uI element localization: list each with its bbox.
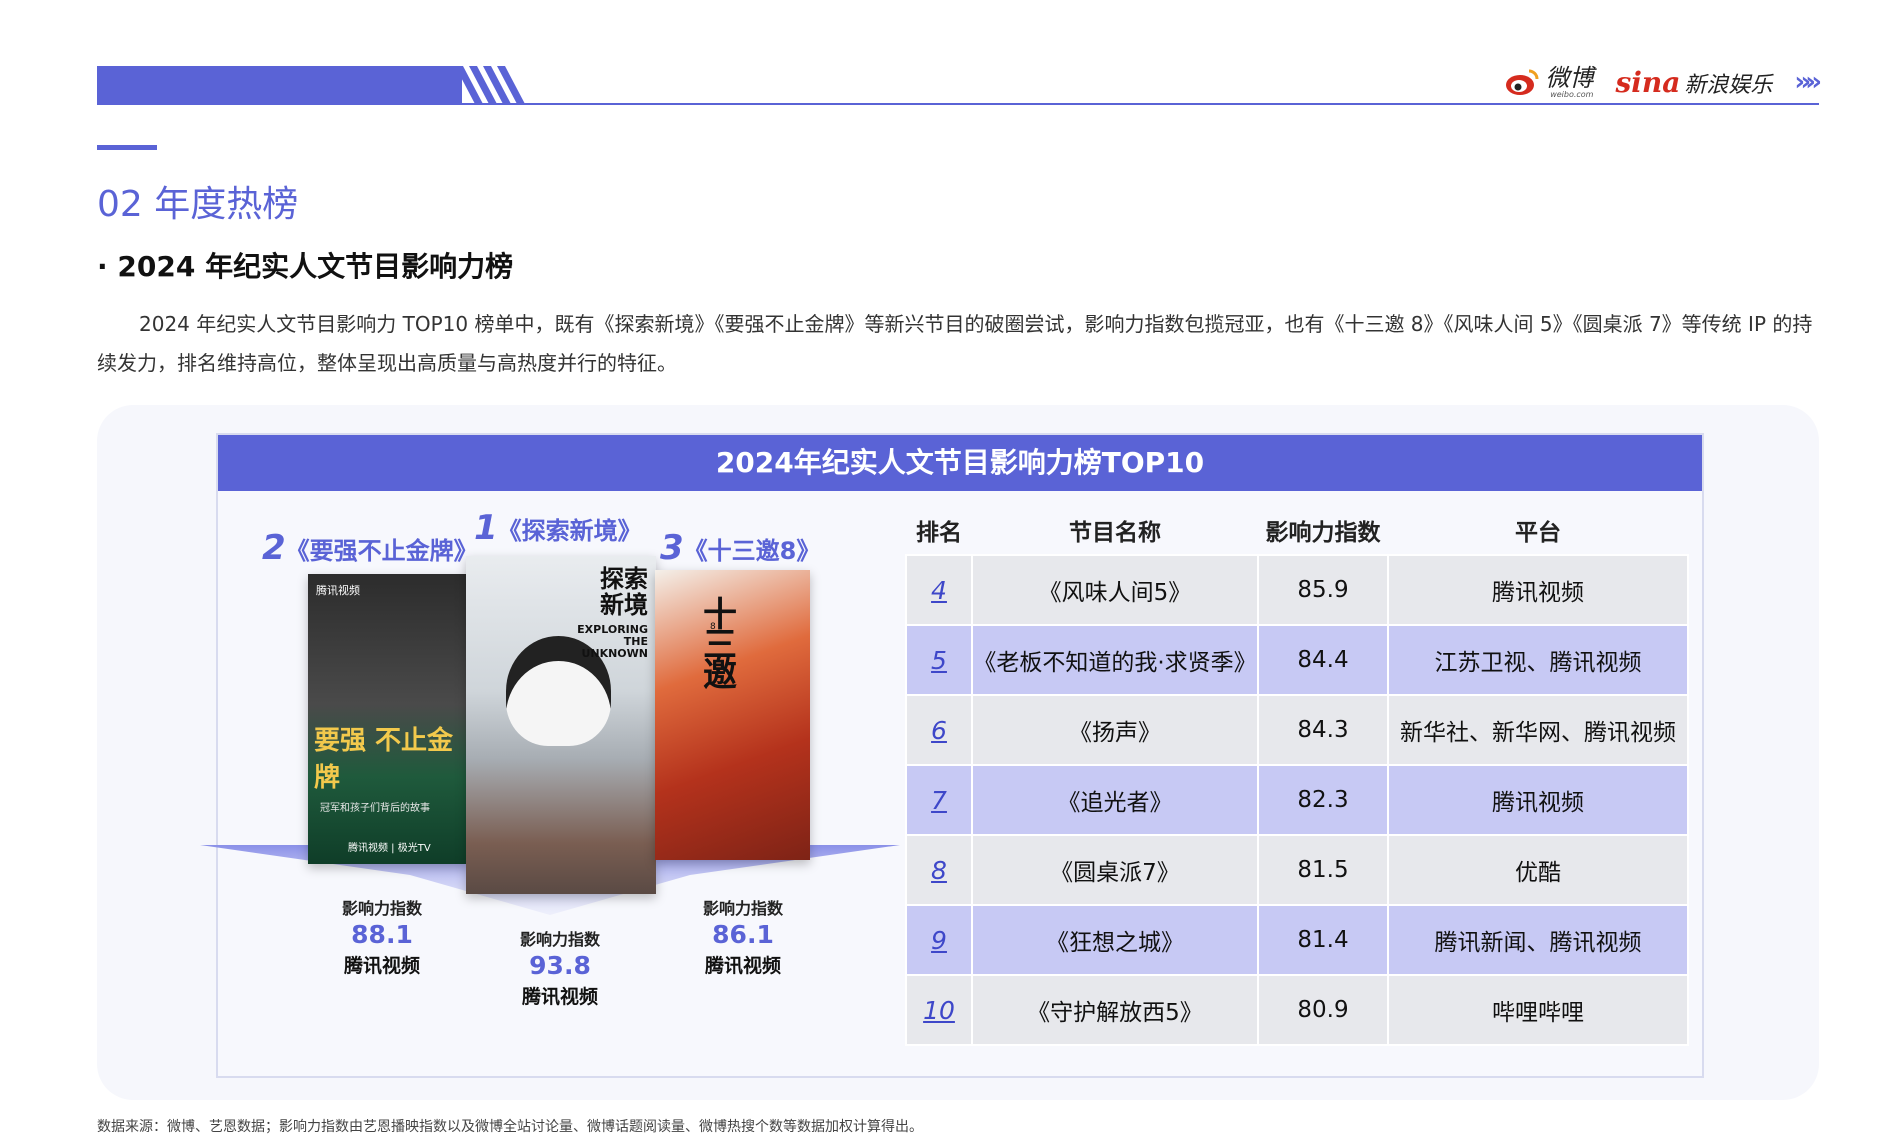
cell-platform: 腾讯视频 [1387,764,1689,836]
poster-brand: 腾讯视频 [316,584,360,597]
cell-rank[interactable]: 6 [905,694,973,766]
cell-name: 《圆桌派7》 [971,834,1259,906]
col-header-platform: 平台 [1515,519,1561,546]
cell-rank[interactable]: 9 [905,904,973,976]
cell-name: 《追光者》 [971,764,1259,836]
section-subtitle: · 2024 年纪实人文节目影响力榜 [97,250,514,283]
cell-rank[interactable]: 8 [905,834,973,906]
stat-platform: 腾讯视频 [343,955,420,977]
poster-title: 要强 不止金牌 [314,726,454,793]
weibo-eye-icon [1506,69,1539,95]
table-header-row: 排名 节目名称 影响力指数 平台 [906,505,1688,555]
stat-platform: 腾讯视频 [521,986,598,1008]
col-header-rank: 排名 [916,519,962,546]
poster-tagline: 冠军和孩子们背后的故事 [320,803,430,814]
stat-value: 88.1 [351,920,413,949]
stat-label: 影响力指数 [702,899,783,918]
cell-platform: 腾讯新闻、腾讯视频 [1387,904,1689,976]
cell-rank[interactable]: 4 [905,554,973,626]
section-title: 02 年度热榜 [97,184,299,225]
table-row: 4 《风味人间5》 85.9 腾讯视频 [905,554,1689,626]
cell-index: 80.9 [1257,974,1389,1046]
cell-platform: 哔哩哔哩 [1387,974,1689,1046]
stat-platform: 腾讯视频 [704,955,781,977]
podium-rank-number: 2 [262,528,286,568]
cell-index: 85.9 [1257,554,1389,626]
cell-index: 81.4 [1257,904,1389,976]
podium-stat-rank-2: 影响力指数 88.1 腾讯视频 [302,895,462,978]
weibo-logo-text: 微博 [1545,63,1594,92]
ranking-table: 排名 节目名称 影响力指数 平台 4 《风味人间5》 85.9 腾讯视频 5 《… [905,505,1689,1046]
cell-index: 82.3 [1257,764,1389,836]
header-rule [97,103,1819,105]
weibo-logo-sub: weibo.com [1550,89,1594,99]
podium-show-name: 《要强不止金牌》 [285,537,478,565]
podium-show-name: 《探索新境》 [497,517,642,545]
header-band [97,66,462,104]
col-header-name: 节目名称 [1069,519,1161,546]
cell-platform: 优酷 [1387,834,1689,906]
cell-name: 《老板不知道的我·求贤季》 [971,624,1259,696]
cell-index: 84.3 [1257,694,1389,766]
ranking-card-title: 2024年纪实人文节目影响力榜TOP10 [218,435,1702,491]
cell-index: 84.4 [1257,624,1389,696]
podium-stat-rank-1: 影响力指数 93.8 腾讯视频 [480,926,640,1009]
poster-season-number: 8 [710,622,716,632]
poster-title: 探索新境 [600,565,648,619]
sina-logo-word: sina [1615,65,1681,99]
cell-name: 《扬声》 [971,694,1259,766]
poster-title: 十三邀 [703,595,737,695]
cell-rank[interactable]: 10 [905,974,973,1046]
intro-paragraph: 2024 年纪实人文节目影响力 TOP10 榜单中，既有《探索新境》《要强不止金… [97,312,1813,375]
section-marker [97,145,157,150]
table-row: 8 《圆桌派7》 81.5 优酷 [905,834,1689,906]
cell-index: 81.5 [1257,834,1389,906]
podium-label-rank-2: 2《要强不止金牌》 [262,528,478,568]
cell-platform: 江苏卫视、腾讯视频 [1387,624,1689,696]
table-row: 5 《老板不知道的我·求贤季》 84.4 江苏卫视、腾讯视频 [905,624,1689,696]
stat-value: 93.8 [529,951,591,980]
weibo-logo: 微博 weibo.com [1505,66,1593,99]
stat-label: 影响力指数 [519,930,600,949]
sina-logo-text: 新浪娱乐 [1684,72,1773,98]
poster-rank-1: 探索新境 EXPLORING THE UNKNOWN [466,556,656,894]
podium-label-rank-1: 1《探索新境》 [474,508,642,548]
podium-rank-number: 1 [474,508,498,548]
table-row: 7 《追光者》 82.3 腾讯视频 [905,764,1689,836]
cell-platform: 腾讯视频 [1387,554,1689,626]
cell-rank[interactable]: 5 [905,624,973,696]
poster-rank-2: 腾讯视频 要强 不止金牌 冠军和孩子们背后的故事 腾讯视频 | 极光TV [308,574,468,864]
header-stripes-decoration [455,66,525,104]
sina-logo: sina 新浪娱乐 [1615,66,1772,99]
podium-label-rank-3: 3《十三邀8》 [660,528,820,568]
podium-show-name: 《十三邀8》 [683,537,821,565]
col-header-index: 影响力指数 [1265,519,1381,546]
table-row: 10 《守护解放西5》 80.9 哔哩哔哩 [905,974,1689,1046]
cell-name: 《风味人间5》 [971,554,1259,626]
table-row: 9 《狂想之城》 81.4 腾讯新闻、腾讯视频 [905,904,1689,976]
poster-footer: 腾讯视频 | 极光TV [348,843,431,854]
cell-platform: 新华社、新华网、腾讯视频 [1387,694,1689,766]
data-source-footnote: 数据来源：微博、艺恩数据；影响力指数由艺恩播映指数以及微博全站讨论量、微博话题阅… [97,1119,923,1135]
poster-rank-3: 十三邀 8 [655,570,810,860]
podium-rank-number: 3 [660,528,684,568]
poster-english-title: EXPLORING THE UNKNOWN [577,623,648,660]
stat-label: 影响力指数 [341,899,422,918]
cell-name: 《狂想之城》 [971,904,1259,976]
cell-name: 《守护解放西5》 [971,974,1259,1046]
table-row: 6 《扬声》 84.3 新华社、新华网、腾讯视频 [905,694,1689,766]
stat-value: 86.1 [712,920,774,949]
header-logos: 微博 weibo.com sina 新浪娱乐 »» [1505,62,1822,102]
podium-stat-rank-3: 影响力指数 86.1 腾讯视频 [663,895,823,978]
chevrons-icon: »» [1794,67,1821,97]
cell-rank[interactable]: 7 [905,764,973,836]
